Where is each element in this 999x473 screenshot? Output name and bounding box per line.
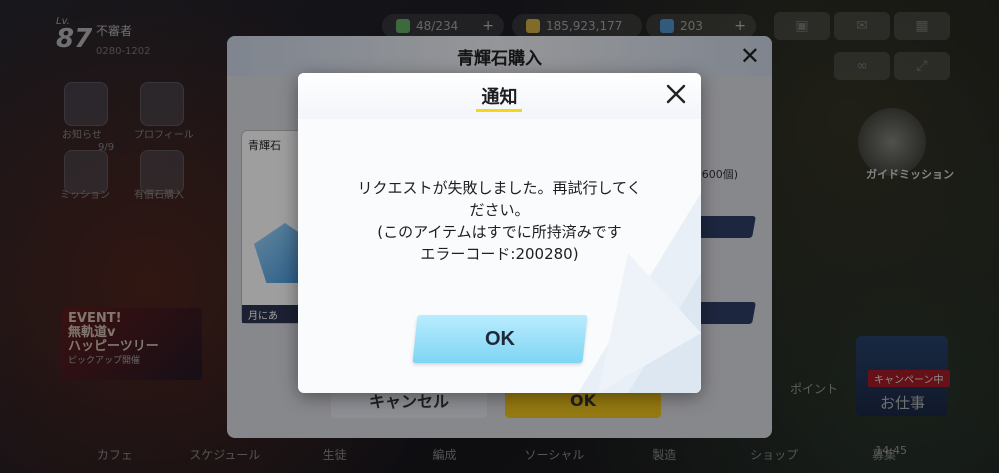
- purchase-title: 青輝石購入: [227, 36, 772, 76]
- notification-dialog: 通知 リクエストが失敗しました。再試行してく ださい。 (このアイテムはすでに所…: [298, 73, 701, 393]
- notification-message: リクエストが失敗しました。再試行してく ださい。 (このアイテムはすでに所持済み…: [318, 177, 681, 265]
- notification-close-button[interactable]: [663, 81, 689, 107]
- message-line: (このアイテムはすでに所持済みです: [377, 223, 622, 241]
- close-icon[interactable]: ✕: [740, 44, 760, 68]
- close-icon: [666, 84, 686, 104]
- ok-button[interactable]: OK: [412, 315, 588, 363]
- message-line: エラーコード:200280): [420, 245, 579, 263]
- ok-button-label: OK: [485, 327, 515, 350]
- title-underline: [476, 109, 522, 112]
- quantity-text: 600個): [701, 168, 738, 181]
- notification-title: 通知: [481, 87, 518, 108]
- message-line: ださい。: [469, 201, 530, 219]
- message-line: リクエストが失敗しました。再試行してく: [357, 179, 642, 197]
